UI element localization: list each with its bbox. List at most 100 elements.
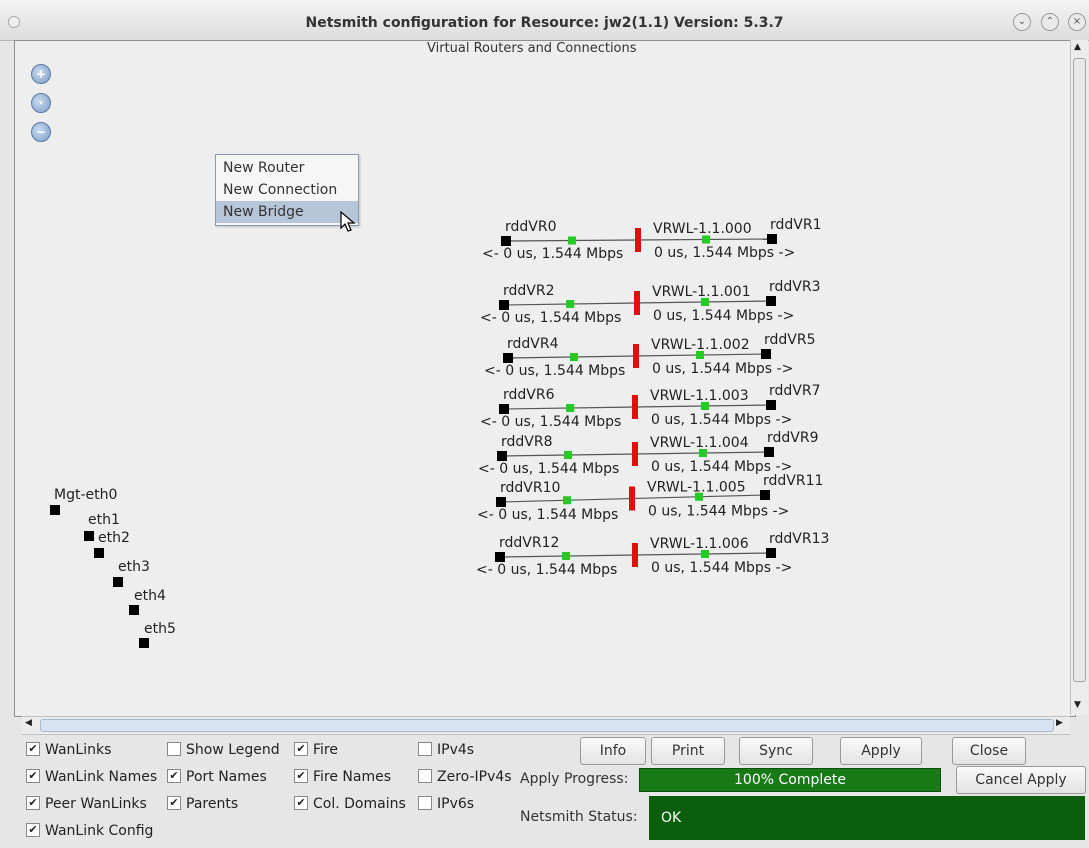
- sync-button[interactable]: Sync: [739, 737, 813, 765]
- checkbox-icon[interactable]: ✔: [167, 769, 181, 783]
- option-parents[interactable]: ✔ Parents: [167, 794, 238, 814]
- checkbox-icon[interactable]: [418, 769, 432, 783]
- port-label: eth5: [144, 621, 176, 637]
- checkbox-icon[interactable]: ✔: [167, 796, 181, 810]
- wanlink-stats: <- 0 us, 1.544 Mbps: [482, 246, 623, 262]
- option-peer-wanlinks[interactable]: ✔ Peer WanLinks: [26, 794, 147, 814]
- endpoint-marker: [566, 404, 574, 412]
- wanlink-stats: <- 0 us, 1.544 Mbps: [480, 414, 621, 430]
- router-node: [766, 400, 776, 410]
- checkbox-icon[interactable]: [167, 742, 181, 756]
- endpoint-marker: [568, 236, 576, 245]
- wanlink-stats: 0 us, 1.544 Mbps ->: [653, 308, 794, 324]
- wanlink: rddVR12 rddVR13 VRWL-1.1.006 <- 0 us, 1.544…: [476, 531, 829, 578]
- wanlink-name: VRWL-1.1.005: [647, 480, 746, 496]
- router-node: [501, 236, 511, 246]
- checkbox-icon[interactable]: ✔: [26, 796, 40, 810]
- info-button[interactable]: Info: [580, 737, 646, 765]
- horizontal-scrollbar[interactable]: ◀ ▶: [22, 716, 1070, 735]
- option-fire[interactable]: ✔ Fire: [294, 740, 338, 760]
- endpoint-marker: [570, 353, 578, 361]
- wanlink: rddVR4 rddVR5 VRWL-1.1.002 <- 0 us, 1.544 M…: [484, 332, 816, 379]
- port-node: [129, 605, 139, 615]
- checkbox-icon[interactable]: ✔: [294, 796, 308, 810]
- port-node: [139, 638, 149, 648]
- router-label: rddVR11: [763, 473, 823, 489]
- router-label: rddVR13: [769, 531, 829, 547]
- wanlink-stats: <- 0 us, 1.544 Mbps: [484, 363, 625, 379]
- wanlink-stats: <- 0 us, 1.544 Mbps: [477, 507, 618, 523]
- wanlink: rddVR0 rddVR1 VRWL-1.1.000 <- 0 us, 1.544 M…: [482, 217, 822, 262]
- fire-marker: [632, 395, 638, 419]
- close-button[interactable]: Close: [952, 737, 1026, 765]
- wanlink-stats: <- 0 us, 1.544 Mbps: [476, 562, 617, 578]
- checkbox-icon[interactable]: ✔: [294, 769, 308, 783]
- wanlink-name: VRWL-1.1.003: [650, 388, 749, 404]
- fire-marker: [632, 543, 638, 567]
- router-node: [766, 296, 776, 306]
- wanlink-stats: 0 us, 1.544 Mbps ->: [651, 560, 792, 576]
- checkbox-icon[interactable]: [418, 742, 432, 756]
- option-ipv4s[interactable]: IPv4s: [418, 740, 474, 760]
- port-label: Mgt-eth0: [54, 487, 117, 503]
- port-node: [94, 548, 104, 558]
- scroll-right-icon[interactable]: ▶: [1056, 718, 1063, 728]
- option-fire-names[interactable]: ✔ Fire Names: [294, 767, 391, 787]
- netsmith-status-value: OK: [649, 796, 1085, 840]
- router-node: [760, 490, 770, 500]
- checkbox-icon[interactable]: ✔: [294, 742, 308, 756]
- option-zero-ipv4s[interactable]: Zero-IPv4s: [418, 767, 512, 787]
- wanlink-name: VRWL-1.1.001: [652, 284, 751, 300]
- apply-button[interactable]: Apply: [840, 737, 922, 765]
- port-label: eth1: [88, 512, 120, 528]
- fire-marker: [632, 442, 638, 466]
- wanlink-stats: <- 0 us, 1.544 Mbps: [478, 461, 619, 477]
- wanlink-name: VRWL-1.1.002: [651, 337, 750, 353]
- menu-item-new-bridge[interactable]: New Bridge: [216, 201, 358, 223]
- menu-item-new-router[interactable]: New Router: [216, 157, 358, 179]
- port-label: eth4: [134, 588, 166, 604]
- wanlink-stats: <- 0 us, 1.544 Mbps: [480, 310, 621, 326]
- scroll-down-icon[interactable]: ▼: [1074, 700, 1081, 710]
- fire-marker: [629, 486, 635, 511]
- cancel-apply-button[interactable]: Cancel Apply: [956, 766, 1086, 794]
- option-ipv6s[interactable]: IPv6s: [418, 794, 474, 814]
- port-node: [50, 505, 60, 515]
- option-wanlink-names[interactable]: ✔ WanLink Names: [26, 767, 157, 787]
- menu-item-new-connection[interactable]: New Connection: [216, 179, 358, 201]
- router-node: [761, 349, 771, 359]
- checkbox-icon[interactable]: ✔: [26, 742, 40, 756]
- scroll-left-icon[interactable]: ◀: [25, 718, 32, 728]
- router-label: rddVR8: [501, 434, 553, 450]
- option-wanlink-config[interactable]: ✔ WanLink Config: [26, 821, 153, 841]
- vertical-scroll-thumb[interactable]: [1073, 58, 1086, 682]
- router-node: [497, 451, 507, 461]
- port-node: [113, 577, 123, 587]
- apply-progress-label: Apply Progress:: [520, 771, 629, 787]
- router-label: rddVR7: [769, 383, 821, 399]
- wanlink-name: VRWL-1.1.006: [650, 536, 749, 552]
- option-col-domains[interactable]: ✔ Col. Domains: [294, 794, 406, 814]
- checkbox-icon[interactable]: ✔: [26, 769, 40, 783]
- print-button[interactable]: Print: [651, 737, 725, 765]
- horizontal-scroll-thumb[interactable]: [40, 719, 1054, 732]
- endpoint-marker: [566, 300, 574, 308]
- wanlink: rddVR2 rddVR3 VRWL-1.1.001 <- 0 us, 1.544 M…: [480, 279, 821, 326]
- checkbox-icon[interactable]: ✔: [26, 823, 40, 837]
- fire-marker: [634, 291, 640, 315]
- router-label: rddVR0: [505, 219, 557, 235]
- router-node: [767, 234, 777, 244]
- option-show-legend[interactable]: Show Legend: [167, 740, 280, 760]
- option-port-names[interactable]: ✔ Port Names: [167, 767, 267, 787]
- vertical-scrollbar[interactable]: ▲ ▼: [1070, 40, 1088, 715]
- option-wanlinks[interactable]: ✔ WanLinks: [26, 740, 111, 760]
- endpoint-marker: [564, 451, 572, 459]
- wanlink-stats: 0 us, 1.544 Mbps ->: [651, 412, 792, 428]
- scroll-up-icon[interactable]: ▲: [1074, 42, 1081, 52]
- router-node: [503, 353, 513, 363]
- router-node: [764, 447, 774, 457]
- checkbox-icon[interactable]: [418, 796, 432, 810]
- router-node: [499, 300, 509, 310]
- port-label: eth2: [98, 530, 130, 546]
- port-label: eth3: [118, 559, 150, 575]
